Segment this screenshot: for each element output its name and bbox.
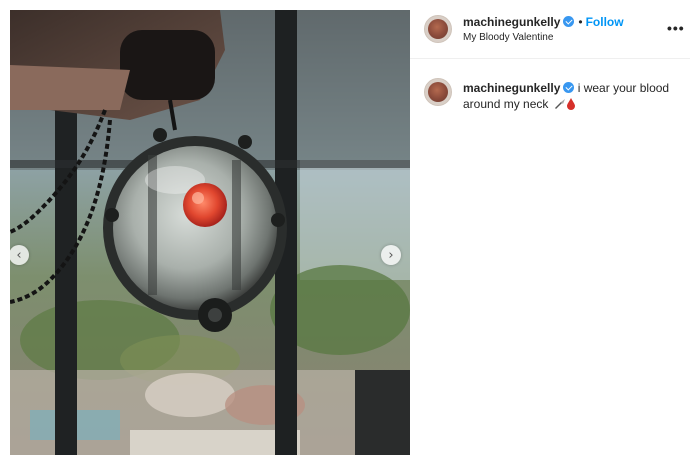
post-sidebar: machinegunkelly • Follow My Bloody Valenti… (410, 10, 690, 455)
caption-username-link[interactable]: machinegunkelly (463, 81, 560, 95)
instagram-post: ‹ › machinegunkelly • Follow My Bloody Val… (10, 10, 690, 455)
follow-button[interactable]: Follow (586, 15, 624, 29)
header-user-line: machinegunkelly • Follow (463, 15, 624, 29)
knife-icon (554, 99, 565, 109)
chevron-left-icon: ‹ (16, 247, 22, 263)
carousel-next-button[interactable]: › (381, 245, 401, 265)
location-link[interactable]: My Bloody Valentine (463, 32, 553, 43)
more-options-icon[interactable]: ••• (667, 20, 685, 36)
verified-badge-icon (563, 16, 575, 27)
avatar[interactable] (424, 15, 452, 43)
caption-avatar[interactable] (424, 78, 452, 106)
photo-pendant-necklace (10, 10, 410, 455)
carousel-prev-button[interactable]: ‹ (10, 245, 29, 265)
caption: machinegunkelly i wear your blood around… (463, 80, 683, 112)
verified-badge-icon (563, 82, 575, 93)
blood-drop-icon (566, 98, 575, 110)
username-link[interactable]: machinegunkelly (463, 15, 560, 29)
post-photo[interactable]: ‹ › (10, 10, 410, 455)
separator-dot: • (578, 15, 583, 29)
chevron-right-icon: › (388, 247, 394, 263)
post-header: machinegunkelly • Follow My Bloody Valenti… (410, 10, 690, 59)
